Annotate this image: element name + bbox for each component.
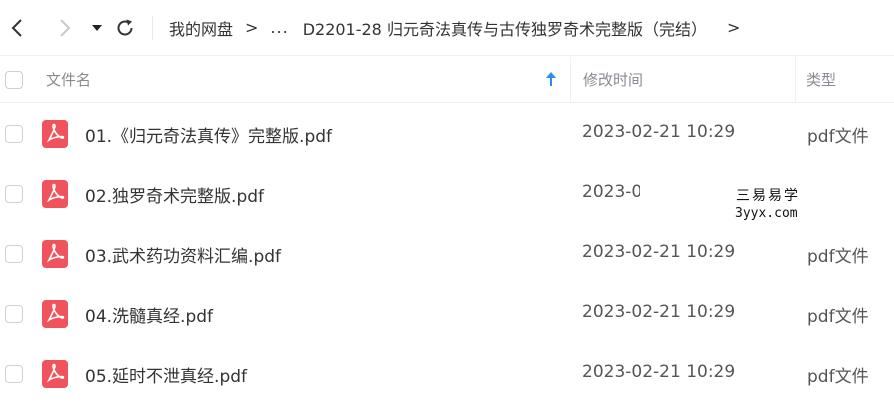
file-modified-time: 2023-0 bbox=[582, 182, 643, 202]
file-row[interactable]: 05.延时不泄真经.pdf 2023-02-21 10:29 pdf文件 bbox=[0, 344, 894, 404]
file-manager-window: 我的网盘 > ... D2201-28 归元奇法真传与古传独罗奇术完整版（完结）… bbox=[0, 0, 894, 409]
file-modified-time: 2023-02-21 10:29 bbox=[582, 122, 736, 142]
column-header-modified-time[interactable]: 修改时间 bbox=[583, 69, 643, 90]
file-type: pdf文件 bbox=[807, 127, 869, 147]
file-modified-time: 2023-02-21 10:29 bbox=[582, 362, 736, 382]
row-checkbox[interactable] bbox=[5, 305, 23, 323]
nav-divider bbox=[152, 15, 153, 40]
breadcrumb-separator-end[interactable]: > bbox=[727, 18, 740, 37]
file-name[interactable]: 03.武术药功资料汇编.pdf bbox=[85, 242, 281, 267]
breadcrumb-root[interactable]: 我的网盘 bbox=[169, 16, 233, 40]
watermark-title: 三易易学 bbox=[736, 188, 800, 204]
breadcrumb: 我的网盘 > ... D2201-28 归元奇法真传与古传独罗奇术完整版（完结）… bbox=[169, 16, 752, 40]
arrow-up-icon[interactable] bbox=[545, 71, 557, 87]
select-all-checkbox[interactable] bbox=[5, 71, 23, 89]
file-type: pdf文件 bbox=[807, 247, 869, 267]
file-name[interactable]: 02.独罗奇术完整版.pdf bbox=[85, 182, 264, 207]
file-type: pdf文件 bbox=[807, 367, 869, 387]
pdf-file-icon bbox=[42, 300, 68, 328]
column-divider[interactable] bbox=[795, 57, 796, 103]
pdf-file-icon bbox=[42, 360, 68, 388]
file-modified-time: 2023-02-21 10:29 bbox=[582, 242, 736, 262]
chevron-right-icon bbox=[60, 18, 71, 37]
watermark-url: 3yyx.com bbox=[735, 206, 798, 221]
refresh-button[interactable] bbox=[112, 13, 138, 43]
file-name[interactable]: 05.延时不泄真经.pdf bbox=[85, 362, 247, 387]
breadcrumb-ellipsis[interactable]: ... bbox=[270, 18, 288, 37]
file-name[interactable]: 01.《归元奇法真传》完整版.pdf bbox=[85, 122, 332, 147]
column-header-type[interactable]: 类型 bbox=[806, 69, 836, 90]
watermark: 三易易学 3yyx.com bbox=[640, 178, 810, 228]
caret-down-icon bbox=[92, 24, 102, 31]
file-row[interactable]: 04.洗髓真经.pdf 2023-02-21 10:29 pdf文件 bbox=[0, 284, 894, 344]
row-checkbox[interactable] bbox=[5, 125, 23, 143]
file-row[interactable]: 03.武术药功资料汇编.pdf 2023-02-21 10:29 pdf文件 bbox=[0, 224, 894, 284]
file-name[interactable]: 04.洗髓真经.pdf bbox=[85, 302, 213, 327]
breadcrumb-separator: > bbox=[245, 18, 259, 37]
chevron-left-icon bbox=[11, 18, 22, 37]
forward-button[interactable] bbox=[52, 13, 78, 43]
pdf-file-icon bbox=[42, 180, 68, 208]
refresh-icon bbox=[117, 19, 133, 35]
breadcrumb-current-folder[interactable]: D2201-28 归元奇法真传与古传独罗奇术完整版（完结） bbox=[303, 16, 707, 40]
history-dropdown-button[interactable] bbox=[88, 13, 106, 43]
file-modified-time: 2023-02-21 10:29 bbox=[582, 302, 736, 322]
back-button[interactable] bbox=[4, 13, 30, 43]
pdf-file-icon bbox=[42, 120, 68, 148]
navigation-bar: 我的网盘 > ... D2201-28 归元奇法真传与古传独罗奇术完整版（完结）… bbox=[0, 0, 894, 56]
file-list-header: 文件名 修改时间 类型 bbox=[0, 57, 894, 103]
pdf-file-icon bbox=[42, 240, 68, 268]
file-type: pdf文件 bbox=[807, 307, 869, 327]
row-checkbox[interactable] bbox=[5, 185, 23, 203]
row-checkbox[interactable] bbox=[5, 365, 23, 383]
column-header-name[interactable]: 文件名 bbox=[46, 69, 91, 90]
file-row[interactable]: 01.《归元奇法真传》完整版.pdf 2023-02-21 10:29 pdf文… bbox=[0, 104, 894, 164]
row-checkbox[interactable] bbox=[5, 245, 23, 263]
column-divider[interactable] bbox=[570, 57, 571, 103]
